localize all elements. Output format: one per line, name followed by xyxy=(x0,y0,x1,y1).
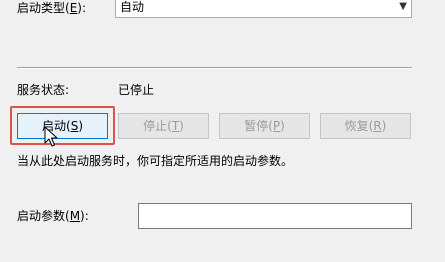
service-status-label: 服务状态: xyxy=(17,83,70,97)
startup-type-value: 自动 xyxy=(120,0,145,14)
mouse-cursor-icon xyxy=(44,126,58,147)
stop-button[interactable]: 停止(T) xyxy=(118,113,209,139)
start-button-highlight xyxy=(10,106,115,145)
separator xyxy=(17,67,412,69)
chevron-down-icon[interactable]: ▼ xyxy=(399,0,407,16)
start-params-input[interactable] xyxy=(138,203,412,229)
service-status-value: 已停止 xyxy=(118,83,155,97)
resume-button[interactable]: 恢复(R) xyxy=(320,113,411,139)
hint-text: 当从此处启动服务时，你可指定所适用的启动参数。 xyxy=(17,154,294,168)
startup-type-dropdown[interactable]: 自动 ▼ xyxy=(115,0,412,18)
start-params-label: 启动参数(M): xyxy=(17,209,89,223)
startup-type-label: 启动类型(E): xyxy=(17,1,87,15)
pause-button[interactable]: 暂停(P) xyxy=(219,113,310,139)
